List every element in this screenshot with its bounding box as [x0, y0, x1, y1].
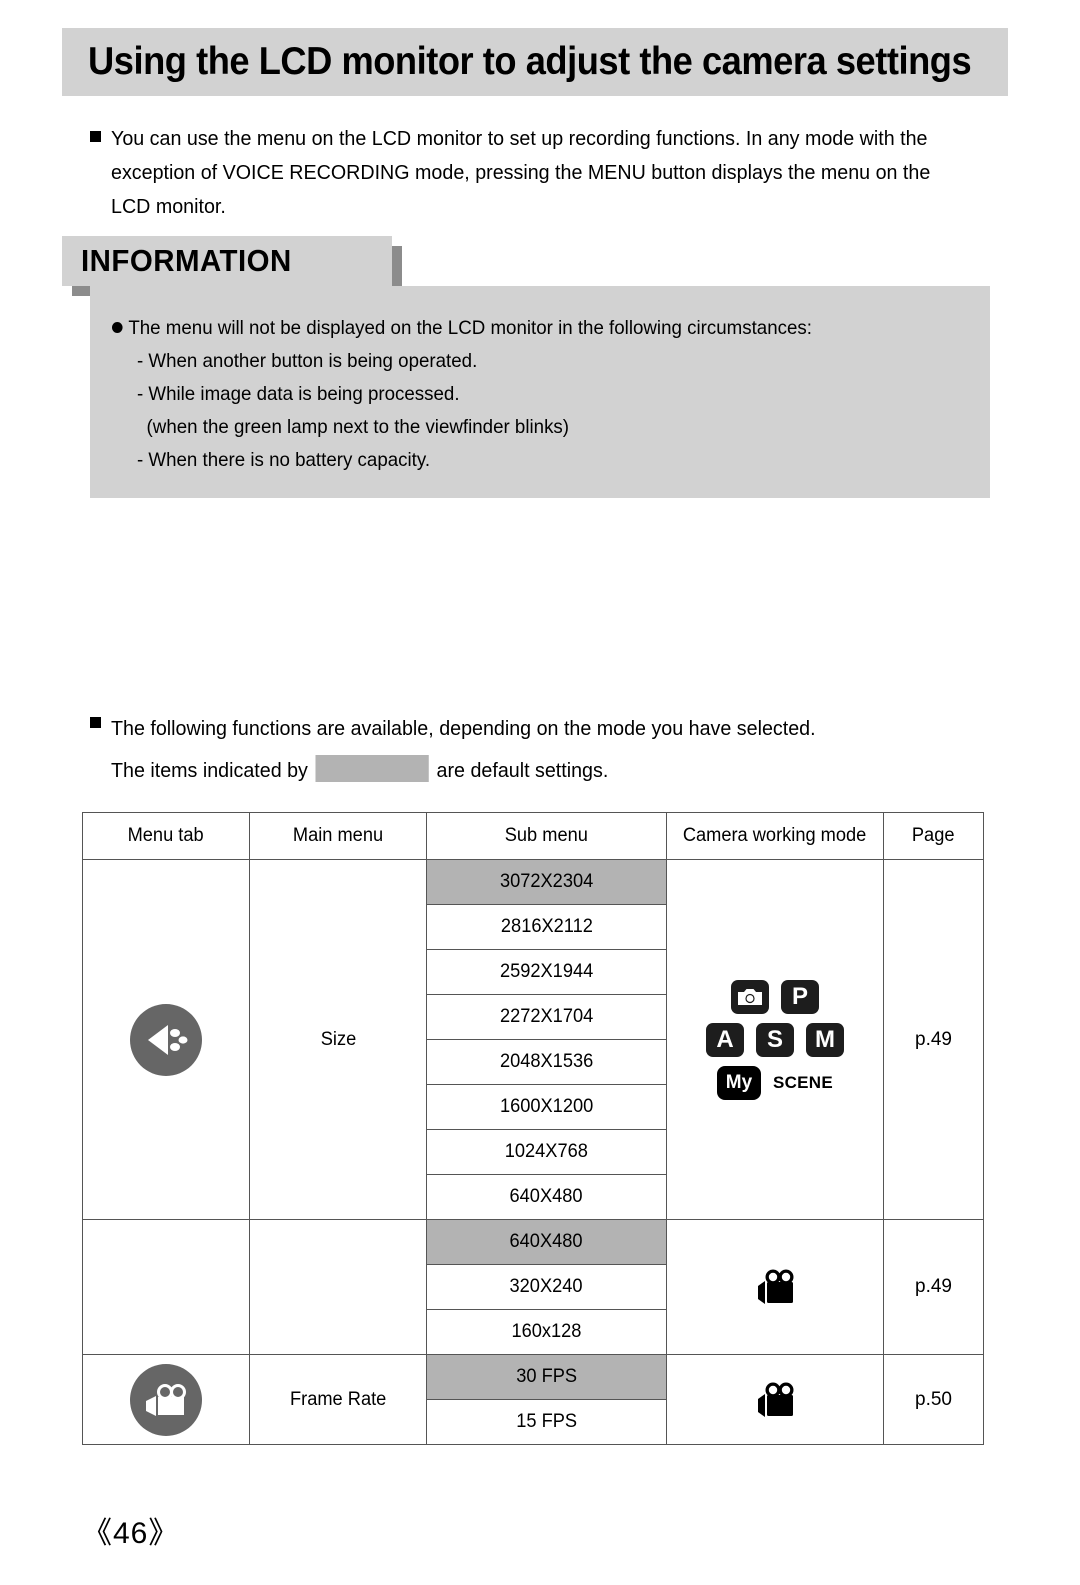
main-menu-cell-movie-size — [249, 1219, 427, 1355]
sub-menu-cell: 30 FPS — [426, 1354, 667, 1400]
column-header-page: Page — [883, 812, 984, 860]
note-line-2-before: The items indicated by — [111, 759, 308, 782]
information-body: The menu will not be displayed on the LC… — [90, 286, 990, 498]
mode-icon-row: My SCENE — [716, 1065, 834, 1100]
page-cell-size: p.49 — [883, 859, 984, 1220]
table-row: 640X480 p.49 — [82, 1219, 984, 1355]
sub-menu-cell: 2592X1944 — [426, 949, 667, 995]
main-menu-cell-size: Size — [249, 859, 427, 1220]
table-row: Frame Rate 30 FPS p.50 — [82, 1354, 984, 1445]
camera-working-mode-cell-movie-size — [666, 1219, 884, 1355]
mode-icon-a: A — [706, 1022, 744, 1057]
information-line: The menu will not be displayed on the LC… — [112, 312, 938, 345]
information-line: (when the green lamp next to the viewfin… — [146, 416, 570, 438]
information-line: - When another button is being operated. — [136, 350, 478, 372]
table-header-row: Menu tab Main menu Sub menu Camera worki… — [82, 812, 984, 860]
page-title: Using the LCD monitor to adjust the came… — [88, 40, 972, 83]
mode-icon-row: P — [731, 979, 819, 1014]
information-line-text: The menu will not be displayed on the LC… — [128, 317, 812, 339]
sub-menu-cell: 160x128 — [426, 1309, 667, 1355]
mode-icon-p: P — [781, 979, 819, 1014]
camera-working-mode-cell-size: P A S M My SCENE — [666, 859, 884, 1220]
default-setting-swatch — [315, 755, 429, 782]
sub-menu-cell: 1600X1200 — [426, 1084, 667, 1130]
intro-bullet-row: You can use the menu on the LCD monitor … — [90, 122, 990, 224]
page-title-band: Using the LCD monitor to adjust the came… — [62, 28, 1008, 96]
column-header-camera-working-mode: Camera working mode — [666, 812, 884, 860]
menu-table-wrapper: Menu tab Main menu Sub menu Camera worki… — [82, 812, 984, 1445]
column-header-main-menu: Main menu — [249, 812, 427, 860]
mode-icon-my: My — [716, 1065, 761, 1100]
menu-tab-cell-size — [82, 859, 250, 1220]
sub-menu-cell: 1024X768 — [426, 1129, 667, 1175]
sub-menu-cell: 3072X2304 — [426, 859, 667, 905]
mode-icon-row: A S M — [706, 1022, 844, 1057]
page-cell-frame-rate: p.50 — [883, 1354, 984, 1445]
sub-menu-cell: 15 FPS — [426, 1399, 667, 1445]
sub-menu-cell: 320X240 — [426, 1264, 667, 1310]
movie-camera-icon — [667, 1380, 883, 1420]
size-resolution-icon — [130, 1003, 202, 1076]
note-bullet-row: The following functions are available, d… — [90, 708, 990, 792]
table-row: Size 3072X2304 P A S M My SCENE p.49 — [82, 859, 984, 1220]
movie-camera-icon — [667, 1267, 883, 1307]
column-header-sub-menu: Sub menu — [426, 812, 667, 860]
camera-icon — [731, 979, 769, 1014]
mode-icon-scene: SCENE — [772, 1072, 834, 1092]
mode-icon-m: M — [806, 1022, 844, 1057]
main-menu-cell-frame-rate: Frame Rate — [249, 1354, 427, 1445]
square-bullet-icon — [90, 717, 101, 728]
movie-camera-icon — [130, 1363, 202, 1436]
sub-menu-cell: 640X480 — [426, 1219, 667, 1265]
information-lines: The menu will not be displayed on the LC… — [112, 312, 972, 477]
note-paragraph-block: The following functions are available, d… — [90, 708, 990, 792]
camera-working-mode-cell-frame-rate — [666, 1354, 884, 1445]
information-header: INFORMATION — [62, 236, 392, 286]
mode-icon-stack: P A S M My SCENE — [667, 974, 883, 1106]
sub-menu-cell: 2048X1536 — [426, 1039, 667, 1085]
information-header-label: INFORMATION — [81, 243, 292, 278]
menu-table: Menu tab Main menu Sub menu Camera worki… — [82, 812, 984, 1445]
column-header-menu-tab: Menu tab — [82, 812, 250, 860]
information-line: - While image data is being processed. — [136, 383, 460, 405]
note-line-2-after: are default settings. — [436, 759, 609, 782]
note-text-block: The following functions are available, d… — [111, 708, 816, 792]
sub-menu-cell: 2272X1704 — [426, 994, 667, 1040]
footer-page-number: 《46》 — [82, 1517, 180, 1550]
dot-bullet-icon — [112, 322, 123, 333]
sub-menu-cell: 640X480 — [426, 1174, 667, 1220]
note-line-2: The items indicated by are default settin… — [111, 750, 816, 792]
intro-paragraph-block: You can use the menu on the LCD monitor … — [90, 122, 990, 224]
sub-menu-cell: 2816X2112 — [426, 904, 667, 950]
square-bullet-icon — [90, 131, 101, 142]
page-cell-movie-size: p.49 — [883, 1219, 984, 1355]
menu-tab-cell-movie-size — [82, 1219, 250, 1355]
intro-paragraph-text: You can use the menu on the LCD monitor … — [111, 127, 931, 218]
note-line-1: The following functions are available, d… — [111, 717, 816, 740]
mode-icon-s: S — [756, 1022, 794, 1057]
information-line: - When there is no battery capacity. — [136, 449, 431, 471]
menu-tab-cell-frame-rate — [82, 1354, 250, 1445]
